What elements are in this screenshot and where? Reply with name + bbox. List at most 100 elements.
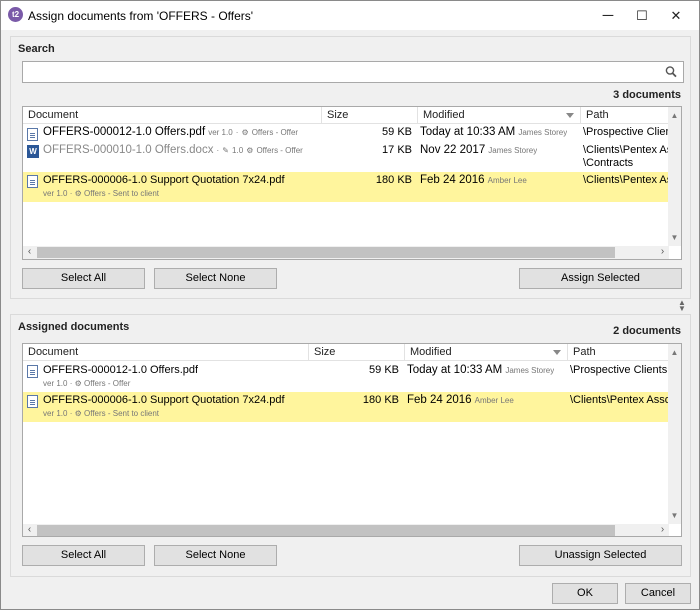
column-header-path[interactable]: Path [581, 107, 669, 124]
close-button[interactable]: ✕ [659, 1, 693, 30]
select-all-button[interactable]: Select All [22, 545, 145, 566]
column-header-modified-label: Modified [423, 109, 465, 121]
table-row[interactable]: OFFERS-000012-1.0 Offers.pdf ver 1.0 · ⚙… [23, 362, 669, 391]
scroll-left-arrow[interactable]: ‹ [23, 524, 36, 536]
sort-down-icon [566, 113, 574, 118]
horizontal-scrollbar[interactable]: ‹ › [23, 524, 669, 536]
document-meta: ver 1.0 · ⚙ Offers - Sent to client [43, 189, 159, 198]
modified-user: James Storey [518, 128, 568, 137]
version-label: 1.0 [232, 146, 244, 155]
assign-selected-button[interactable]: Assign Selected [519, 268, 682, 289]
table-row[interactable]: W OFFERS-000010-1.0 Offers.docx · ✎ 1.0 … [23, 142, 669, 171]
scroll-right-arrow[interactable]: › [656, 246, 669, 259]
separator: · [69, 189, 73, 198]
separator: · [216, 146, 220, 155]
column-header-modified[interactable]: Modified [418, 107, 581, 124]
column-header-document[interactable]: Document [23, 344, 309, 361]
gear-icon: ⚙ [74, 189, 82, 198]
version-label: ver 1.0 [43, 379, 68, 388]
ok-button[interactable]: OK [552, 583, 618, 604]
modified-cell: Feb 24 2016 Amber Lee [420, 174, 527, 186]
gear-icon: ⚙ [246, 146, 254, 155]
separator: · [235, 128, 239, 137]
select-none-button[interactable]: Select None [154, 268, 277, 289]
maximize-button[interactable]: ☐ [625, 1, 659, 30]
search-input[interactable] [22, 61, 684, 83]
horizontal-scroll-thumb[interactable] [37, 247, 615, 258]
pencil-icon: ✎ [222, 146, 229, 155]
document-name: OFFERS-000006-1.0 Support Quotation 7x24… [43, 394, 285, 406]
horizontal-scroll-thumb[interactable] [37, 525, 615, 536]
workflow-state: Offers - Sent to client [84, 189, 160, 198]
gear-icon: ⚙ [74, 379, 82, 388]
gear-icon: ⚙ [241, 128, 249, 137]
search-panel: Search 3 documents Document Size Modifie… [10, 36, 691, 299]
column-header-document[interactable]: Document [23, 107, 322, 124]
document-cell: OFFERS-000010-1.0 Offers.docx · ✎ 1.0 ⚙ … [43, 144, 303, 156]
pdf-document-icon [27, 365, 38, 378]
scroll-up-arrow[interactable]: ▲ [668, 109, 681, 122]
cancel-button[interactable]: Cancel [625, 583, 691, 604]
search-results-grid: Document Size Modified Path OFFERS-00001… [22, 106, 682, 260]
search-result-count: 3 documents [613, 89, 681, 101]
search-icon[interactable] [664, 65, 678, 79]
path-cell: \Prospective Clients [583, 126, 669, 138]
scroll-up-arrow[interactable]: ▲ [668, 346, 681, 359]
sort-down-icon [553, 350, 561, 355]
vertical-scrollbar[interactable]: ▲ ▼ [668, 344, 681, 524]
minimize-button[interactable]: ─ [591, 1, 625, 30]
scroll-right-arrow[interactable]: › [656, 524, 669, 536]
version-label: ver 1.0 [43, 189, 68, 198]
column-header-size[interactable]: Size [322, 107, 418, 124]
pdf-document-icon [27, 175, 38, 188]
assigned-panel: Assigned documents 2 documents Document … [10, 314, 691, 577]
modified-date: Today at 10:33 AM [407, 364, 503, 376]
path-cell-line2: \Contracts [583, 157, 634, 169]
scroll-down-arrow[interactable]: ▼ [668, 509, 681, 522]
modified-user: Amber Lee [487, 176, 527, 185]
column-header-size[interactable]: Size [309, 344, 405, 361]
column-header-path[interactable]: Path [568, 344, 669, 361]
search-label: Search [18, 43, 55, 55]
table-row[interactable]: OFFERS-000012-1.0 Offers.pdf ver 1.0 · ⚙… [23, 125, 669, 141]
pdf-document-icon [27, 395, 38, 408]
document-name: OFFERS-000006-1.0 Support Quotation 7x24… [43, 174, 285, 186]
modified-cell: Feb 24 2016 Amber Lee [407, 394, 514, 406]
document-cell: OFFERS-000012-1.0 Offers.pdf ver 1.0 · ⚙… [43, 126, 298, 138]
column-header-modified[interactable]: Modified [405, 344, 568, 361]
workflow-state: Offers - Offer [256, 146, 303, 155]
splitter-icon[interactable]: ▲ ▼ [677, 299, 687, 313]
modified-date: Feb 24 2016 [407, 394, 472, 406]
version-label: ver 1.0 [208, 128, 233, 137]
grid-header: Document Size Modified Path [23, 344, 681, 361]
title-bar: t2 Assign documents from 'OFFERS - Offer… [1, 1, 699, 30]
modified-date: Feb 24 2016 [420, 174, 485, 186]
document-meta: ver 1.0 · ⚙ Offers - Sent to client [43, 409, 159, 418]
path-cell: \Clients\Pentex Asso [583, 174, 669, 186]
path-cell: \Clients\Pentex Asso [583, 144, 669, 156]
workflow-state: Offers - Offer [251, 128, 299, 137]
modified-user: James Storey [505, 366, 555, 375]
scroll-left-arrow[interactable]: ‹ [23, 246, 36, 259]
assigned-label: Assigned documents [18, 321, 130, 333]
vertical-scrollbar[interactable]: ▲ ▼ [668, 107, 681, 246]
size-cell: 59 KB [382, 126, 412, 138]
select-all-button[interactable]: Select All [22, 268, 145, 289]
document-meta: ver 1.0 · ⚙ Offers - Offer [43, 379, 130, 388]
table-row-selected[interactable]: OFFERS-000006-1.0 Support Quotation 7x24… [23, 392, 669, 422]
size-cell: 180 KB [375, 174, 412, 186]
gear-icon: ⚙ [74, 409, 82, 418]
separator: · [69, 409, 73, 418]
select-none-button[interactable]: Select None [154, 545, 277, 566]
grid-header: Document Size Modified Path [23, 107, 681, 124]
size-cell: 180 KB [362, 394, 399, 406]
horizontal-scrollbar[interactable]: ‹ › [23, 246, 669, 259]
assigned-documents-grid: Document Size Modified Path OFFERS-00001… [22, 343, 682, 537]
modified-user: James Storey [488, 146, 538, 155]
modified-cell: Today at 10:33 AM James Storey [407, 364, 554, 376]
document-name: OFFERS-000012-1.0 Offers.pdf [43, 126, 206, 138]
scroll-down-arrow[interactable]: ▼ [668, 231, 681, 244]
assigned-count: 2 documents [613, 325, 681, 337]
unassign-selected-button[interactable]: Unassign Selected [519, 545, 682, 566]
table-row-selected[interactable]: OFFERS-000006-1.0 Support Quotation 7x24… [23, 172, 669, 202]
